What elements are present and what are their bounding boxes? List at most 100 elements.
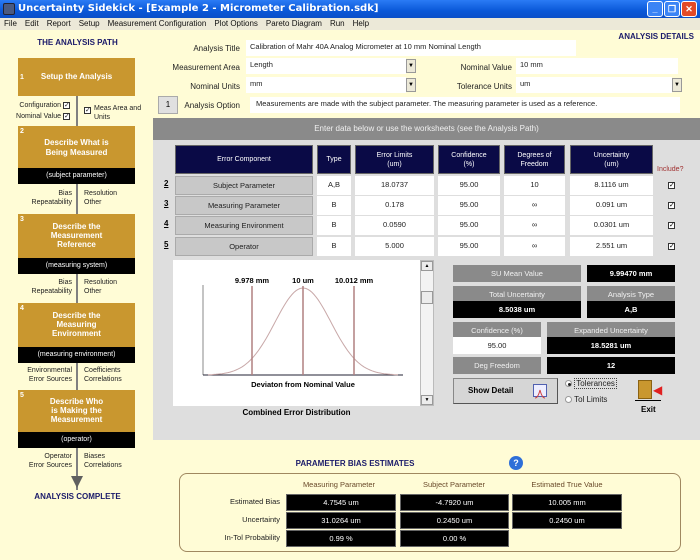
repeatability-link[interactable]: Repeatability (20, 287, 72, 296)
row-estimated-bias: Estimated Bias (229, 497, 280, 506)
chevron-down-icon[interactable]: ▼ (406, 78, 416, 92)
row-number: 4 (164, 219, 169, 228)
confidence-cell[interactable]: 95.00 (438, 237, 500, 256)
uncertainty-cell: 0.091 um (570, 196, 653, 215)
correlations-link[interactable]: Correlations (84, 375, 122, 384)
confidence-cell[interactable]: 95.00 (438, 216, 500, 235)
type-cell[interactable]: B (317, 216, 351, 235)
subj-bias-value: -4.7920 um (400, 494, 509, 511)
menu-pareto-diagram[interactable]: Pareto Diagram (262, 18, 326, 30)
repeatability-link[interactable]: Repeatability (20, 198, 72, 207)
nominal-units-select[interactable]: mm (246, 77, 406, 93)
dof-cell[interactable]: ∞ (504, 216, 565, 235)
tol-limits-radio[interactable] (565, 396, 572, 404)
menu-plot-options[interactable]: Plot Options (210, 18, 262, 30)
tolerances-radio[interactable] (565, 380, 572, 388)
error-component-button[interactable]: Subject Parameter (175, 176, 313, 195)
error-component-button[interactable]: Operator (175, 237, 313, 256)
menu-report[interactable]: Report (43, 18, 75, 30)
chart-caption: Combined Error Distribution (242, 408, 351, 417)
chart-scrollbar[interactable]: ▲ ▼ (420, 260, 434, 406)
step-title: Setup the Analysis (40, 72, 113, 81)
error-limits-cell[interactable]: 18.0737 (355, 176, 434, 195)
tolerance-units-select[interactable]: um (516, 77, 672, 93)
type-cell[interactable]: A,B (317, 176, 351, 195)
nominal-value-input[interactable]: 10 mm (516, 58, 678, 74)
menu-measurement-configuration[interactable]: Measurement Configuration (104, 18, 211, 30)
dof-cell[interactable]: ∞ (504, 196, 565, 215)
error-component-button[interactable]: Measuring Environment (175, 216, 313, 235)
analysis-path-title: THE ANALYSIS PATH (37, 38, 118, 47)
type-cell[interactable]: B (317, 196, 351, 215)
step-describe-operator[interactable]: 5 Describe Who is Making the Measurement (18, 390, 135, 432)
menu-edit[interactable]: Edit (21, 18, 43, 30)
confidence-input[interactable]: 95.00 (453, 337, 541, 354)
environmental-link[interactable]: Environmental (10, 366, 72, 375)
error-limits-cell[interactable]: 0.178 (355, 196, 434, 215)
menu-run[interactable]: Run (326, 18, 349, 30)
minimize-button[interactable]: _ (647, 1, 663, 17)
meas-area-checkbox[interactable]: ✓ (84, 107, 91, 114)
close-button[interactable]: ✕ (681, 1, 697, 17)
step2-left: Bias Repeatability (20, 189, 72, 207)
tol-limits-option[interactable]: Tol Limits (565, 395, 607, 404)
door-icon[interactable] (638, 380, 652, 399)
other-link[interactable]: Other (84, 198, 117, 207)
scroll-down-arrow[interactable]: ▼ (421, 395, 433, 405)
type-cell[interactable]: B (317, 237, 351, 256)
step-describe-subject[interactable]: 2 Describe What is Being Measured (18, 126, 135, 168)
step-describe-environment[interactable]: 4 Describe the Measuring Environment (18, 303, 135, 347)
row-number: 5 (164, 240, 169, 249)
analysis-option-label: Analysis Option (184, 101, 240, 110)
other-link[interactable]: Other (84, 287, 117, 296)
analysis-title-input[interactable]: Calibration of Mahr 40A Analog Micromete… (246, 40, 576, 56)
row-uncertainty: Uncertainty (242, 515, 280, 524)
step-setup-analysis[interactable]: 1 Setup the Analysis (18, 58, 135, 96)
resolution-link[interactable]: Resolution (84, 189, 117, 198)
include-checkbox[interactable]: ✓ (668, 202, 675, 209)
tol-limits-label: Tol Limits (574, 395, 608, 404)
analysis-option-button[interactable]: 1 (158, 96, 178, 114)
help-icon[interactable]: ? (509, 456, 523, 470)
resolution-link[interactable]: Resolution (84, 278, 117, 287)
operator-link[interactable]: Operator (10, 452, 72, 461)
include-checkbox[interactable]: ✓ (668, 222, 675, 229)
exit-button[interactable]: Exit (641, 405, 656, 414)
scroll-thumb[interactable] (421, 291, 433, 304)
error-limits-cell[interactable]: 5.000 (355, 237, 434, 256)
menu-setup[interactable]: Setup (75, 18, 104, 30)
step-title: Describe the Measuring Environment (52, 311, 101, 338)
menu-file[interactable]: File (0, 18, 21, 30)
dof-cell[interactable]: ∞ (504, 237, 565, 256)
step5-right: Biases Correlations (84, 452, 122, 470)
dof-cell[interactable]: 10 (504, 176, 565, 195)
measurement-area-select[interactable]: Length (246, 58, 406, 74)
confidence-cell[interactable]: 95.00 (438, 176, 500, 195)
step-reference-sub: (measuring system) (18, 258, 135, 274)
bias-link[interactable]: Bias (20, 189, 72, 198)
step-describe-reference[interactable]: 3 Describe the Measurement Reference (18, 214, 135, 258)
maximize-button[interactable]: ❐ (664, 1, 680, 17)
scroll-up-arrow[interactable]: ▲ (421, 261, 433, 271)
coefficients-link[interactable]: Coefficients (84, 366, 122, 375)
error-limits-cell[interactable]: 0.0590 (355, 216, 434, 235)
header-confidence: Confidence (%) (438, 145, 500, 174)
menu-help[interactable]: Help (349, 18, 373, 30)
chevron-down-icon[interactable]: ▼ (672, 78, 682, 92)
tolerances-option[interactable]: Tolerances (565, 378, 617, 389)
show-detail-button[interactable]: Show Detail (453, 378, 558, 404)
confidence-cell[interactable]: 95.00 (438, 196, 500, 215)
correlations-link[interactable]: Correlations (84, 461, 122, 470)
include-checkbox[interactable]: ✓ (668, 182, 675, 189)
error-component-button[interactable]: Measuring Parameter (175, 196, 313, 215)
nominal-value-checkbox[interactable]: ✓ (63, 112, 70, 120)
error-sources-link[interactable]: Error Sources (10, 461, 72, 470)
bias-link[interactable]: Bias (20, 278, 72, 287)
chevron-down-icon[interactable]: ▼ (406, 59, 416, 73)
biases-link[interactable]: Biases (84, 452, 122, 461)
uncertainty-cell: 8.1116 um (570, 176, 653, 195)
error-sources-link[interactable]: Error Sources (10, 375, 72, 384)
include-checkbox[interactable]: ✓ (668, 243, 675, 250)
step-title: Describe the Measurement Reference (50, 222, 103, 249)
configuration-checkbox[interactable]: ✓ (63, 101, 70, 109)
